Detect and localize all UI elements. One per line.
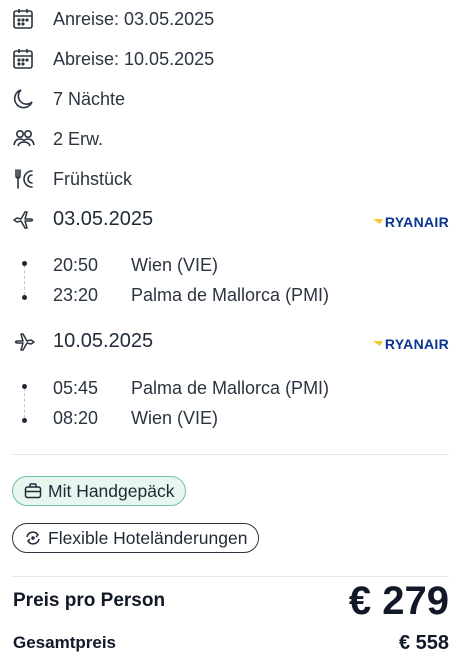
flexible-label: Flexible Hoteländerungen <box>48 527 248 548</box>
board-text: Frühstück <box>53 168 133 189</box>
suitcase-icon <box>24 483 42 499</box>
people-icon <box>12 128 38 150</box>
outbound-airline-logo: RYANAIR <box>372 214 449 230</box>
baggage-badge: Mit Handgepäck <box>12 476 187 506</box>
nights-text: 7 Nächte <box>53 88 126 109</box>
inbound-flight-header: 10.05.2025 <box>12 330 153 353</box>
inbound-airline-name: RYANAIR <box>384 336 449 352</box>
harp-icon <box>372 219 383 224</box>
arrival-date-text: Anreise: 03.05.2025 <box>53 8 215 29</box>
departure-date-row: Abreise: 10.05.2025 <box>12 48 214 70</box>
divider <box>12 454 449 455</box>
fork-knife-icon <box>12 168 38 190</box>
route-dot <box>22 384 27 389</box>
outbound-arrive-time: 23:20 <box>53 285 99 305</box>
inbound-arrive-time: 08:20 <box>53 408 99 428</box>
calendar-icon <box>12 8 38 30</box>
flex-icon <box>26 531 40 545</box>
arrival-date-row: Anreise: 03.05.2025 <box>12 8 214 30</box>
outbound-flight-header: 03.05.2025 <box>12 208 153 231</box>
route-dot <box>22 418 27 423</box>
outbound-date: 03.05.2025 <box>53 208 154 230</box>
inbound-depart-place: Palma de Mallorca (PMI) <box>131 378 330 398</box>
outbound-arrive-place: Palma de Mallorca (PMI) <box>131 285 330 305</box>
departure-date-text: Abreise: 10.05.2025 <box>53 48 215 69</box>
travelers-text: 2 Erw. <box>53 128 104 149</box>
moon-icon <box>12 88 38 110</box>
inbound-depart-time: 05:45 <box>53 378 99 398</box>
total-price-value: € 558 <box>398 632 449 654</box>
harp-icon <box>372 341 383 346</box>
plane-depart-icon <box>12 209 38 231</box>
baggage-label: Mit Handgepäck <box>48 480 175 501</box>
outbound-airline-name: RYANAIR <box>384 214 449 230</box>
outbound-depart-time: 20:50 <box>53 255 99 275</box>
outbound-depart-place: Wien (VIE) <box>131 255 219 275</box>
price-per-person-value: € 279 <box>348 579 449 623</box>
route-dot <box>22 295 27 300</box>
inbound-date: 10.05.2025 <box>53 330 154 352</box>
travelers-row: 2 Erw. <box>12 128 103 150</box>
total-price-label: Gesamtpreis <box>13 633 116 652</box>
route-dot <box>22 261 27 266</box>
divider <box>12 576 449 577</box>
flexible-badge: Flexible Hoteländerungen <box>12 523 260 553</box>
route-line <box>24 265 25 295</box>
board-row: Frühstück <box>12 168 132 190</box>
calendar-icon <box>12 48 38 70</box>
nights-row: 7 Nächte <box>12 88 125 110</box>
route-line <box>24 388 25 418</box>
inbound-arrive-place: Wien (VIE) <box>131 408 219 428</box>
inbound-airline-logo: RYANAIR <box>372 336 449 352</box>
price-per-person-label: Preis pro Person <box>13 590 166 611</box>
plane-return-icon <box>12 331 38 353</box>
